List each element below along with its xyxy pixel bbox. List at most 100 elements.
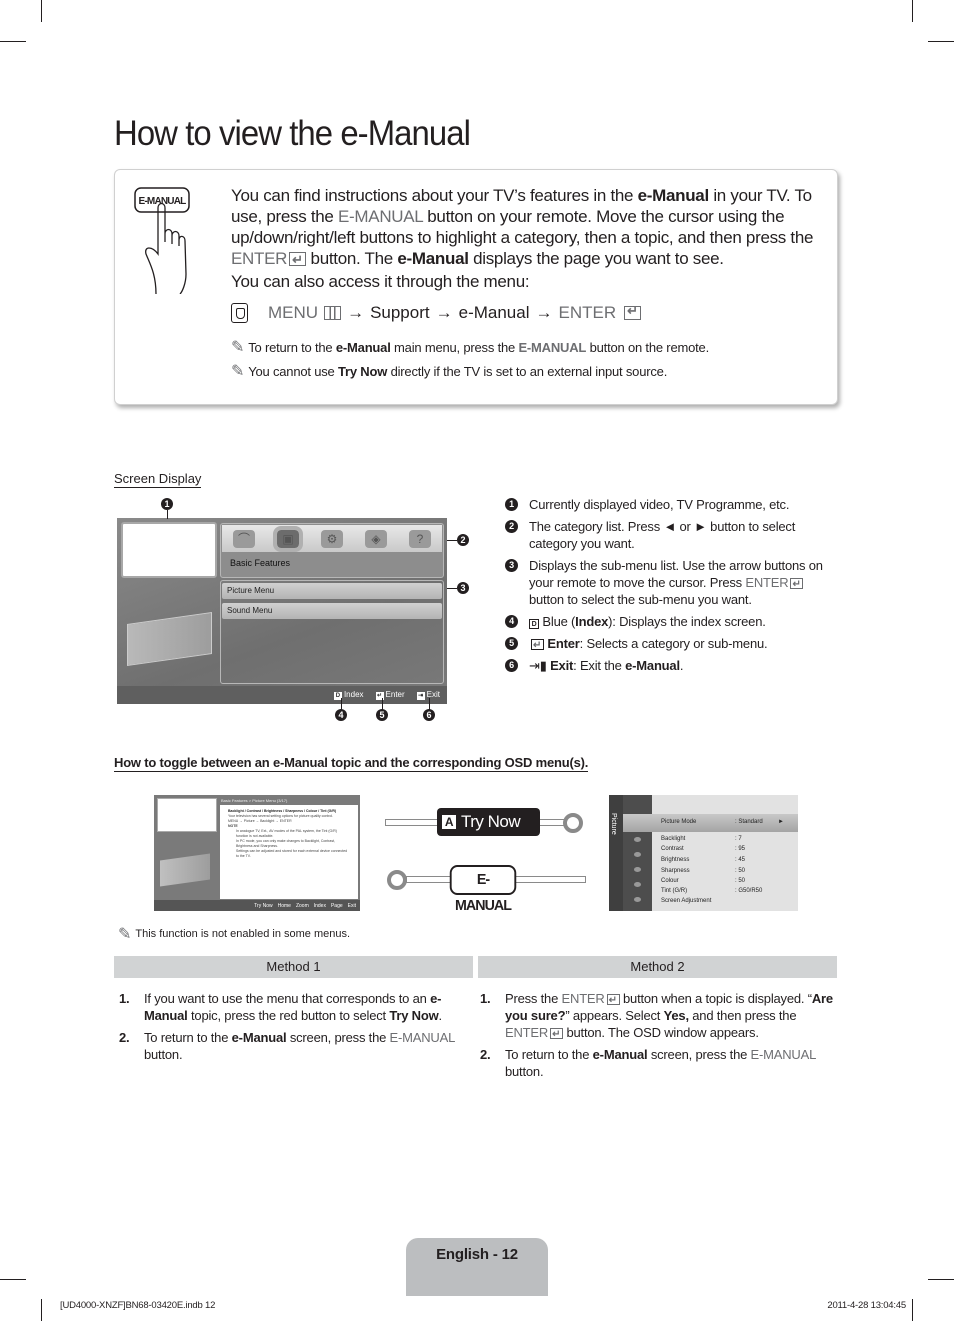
right-arrow-icon: ► [778, 819, 784, 825]
osd-row-tint[interactable]: Tint (G/R): G50/R50 [661, 888, 801, 894]
emanual-button[interactable]: E-MANUAL [449, 865, 517, 914]
footer-index[interactable]: Index [314, 903, 326, 909]
menu-path: MENU → Support → e-Manual → ENTER [231, 303, 642, 323]
footer-enter[interactable]: ↵ Enter [375, 690, 405, 700]
submenu-item-sound-menu[interactable]: Sound Menu [222, 603, 442, 619]
tools-gear-icon[interactable]: ⚙ [321, 529, 343, 548]
footer-try-now[interactable]: Try Now [254, 903, 272, 909]
crop-mark [41, 0, 42, 22]
left-arrow-icon [387, 870, 407, 890]
tv-artwork [160, 853, 210, 887]
callout-5: 5 [376, 709, 388, 721]
method-step: 2. To return to the e-Manual screen, pres… [480, 1047, 816, 1079]
osd-category-icon [634, 852, 641, 857]
enter-icon [550, 1026, 564, 1043]
category-icon-bar: ⌒ ▣ ⚙ ◈ ? [222, 525, 442, 552]
note: ✎ To return to the e-Manual main menu, p… [231, 339, 709, 356]
category-name: Basic Features [230, 558, 291, 568]
hand-button-label: E-MANUAL [139, 196, 187, 207]
note-pencil-icon: ✎ [231, 363, 245, 380]
crop-mark [0, 1279, 26, 1280]
submenu-item-picture-menu[interactable]: Picture Menu [222, 583, 442, 599]
exit-icon: ⇥ [416, 692, 425, 700]
callout-4: 4 [335, 709, 347, 721]
a-key-icon: A [442, 815, 456, 829]
method-1-steps: 1. If you want to use the menu that corre… [114, 990, 474, 1068]
footer-index[interactable]: D Index [333, 690, 364, 700]
osd-category-icon [634, 882, 641, 887]
page-number-tab: English - 12 [406, 1238, 548, 1296]
method-1-heading: Method 1 [114, 956, 473, 978]
crop-mark [928, 1279, 954, 1280]
osd-row-contrast[interactable]: Contrast: 95 [661, 846, 801, 852]
enter-icon [531, 637, 544, 654]
enter-icon [790, 576, 804, 593]
footer-exit[interactable]: Exit [348, 903, 356, 909]
satellite-dish-icon[interactable]: ⌒ [233, 529, 255, 548]
callout-6: 6 [423, 709, 435, 721]
osd-picture-menu-thumbnail: Picture Picture Mode: Standard ► Backligh… [609, 795, 798, 911]
topic-bullet: In PC mode, you can only make changes to… [236, 839, 336, 848]
callout-3: 3 [457, 582, 469, 594]
osd-category-icon [634, 867, 641, 872]
tv-footer-bar: D Index ↵ Enter ⇥ Exit [117, 686, 447, 704]
intro-paragraph-2: You can also access it through the menu: [231, 272, 530, 291]
menu-path-icon [231, 303, 248, 323]
screen-legend: 1 Currently displayed video, TV Programme… [505, 496, 840, 679]
topic-bullet: Settings can be adjusted and stored for … [236, 849, 348, 858]
osd-row-screen-adjustment[interactable]: Screen Adjustment [661, 898, 801, 904]
submenu-list: Picture Menu Sound Menu [220, 580, 444, 684]
topic-footer-bar: Try Now Home Zoom Index Page Exit [154, 900, 360, 911]
screen-display-label: Screen Display [114, 471, 202, 488]
footer-home[interactable]: Home [278, 903, 291, 909]
osd-row-backlight[interactable]: Backlight: 7 [661, 836, 801, 842]
enter-icon [606, 992, 620, 1009]
note: ✎ You cannot use Try Now directly if the… [231, 363, 668, 380]
method-step: 1. If you want to use the menu that corre… [119, 991, 442, 1023]
osd-row-picture-mode[interactable]: Picture Mode: Standard ► [661, 819, 801, 825]
crop-mark [0, 41, 26, 42]
topic-breadcrumb: Basic Features > Picture Menu (3/17) [221, 798, 288, 803]
callout-1: 1 [161, 498, 173, 510]
legend-item: 5 Enter: Selects a category or sub-menu. [505, 635, 840, 654]
current-video-area [121, 522, 217, 578]
callout-line [447, 540, 457, 541]
try-now-label: Try Now [461, 812, 521, 831]
blue-d-key-icon: D [529, 619, 539, 629]
callout-line [167, 510, 168, 519]
osd-row-colour[interactable]: Colour: 50 [661, 878, 801, 884]
menu-icon [324, 306, 342, 320]
network-icon[interactable]: ◈ [365, 529, 387, 548]
tv-features-icon[interactable]: ▣ [273, 525, 303, 552]
method-2-steps: 1.Press the ENTER button when a topic is… [475, 990, 840, 1085]
method-step: 1.Press the ENTER button when a topic is… [475, 990, 840, 1043]
legend-item: 3 Displays the sub-menu list. Use the arr… [505, 557, 840, 608]
osd-row-sharpness[interactable]: Sharpness: 50 [661, 868, 801, 874]
callout-2: 2 [457, 534, 469, 546]
callout-line [447, 588, 457, 589]
try-now-button[interactable]: A Try Now [437, 808, 540, 836]
legend-item: 6 ⇥▮ Exit: Exit the e-Manual. [505, 657, 840, 674]
legend-item: 2 The category list. Press ◄ or ► button … [505, 518, 840, 552]
footer-zoom[interactable]: Zoom [296, 903, 309, 909]
category-list: ⌒ ▣ ⚙ ◈ ? Basic Features [220, 523, 444, 578]
legend-item: 1 Currently displayed video, TV Programme… [505, 496, 840, 513]
crop-mark [912, 0, 913, 22]
exit-icon: ⇥▮ [529, 658, 547, 673]
enter-icon [289, 249, 307, 270]
topic-page: Backlight / Contrast / Brightness / Shar… [220, 805, 358, 899]
intro-paragraph: You can find instructions about your TV’… [231, 185, 831, 270]
note-pencil-icon: ✎ [118, 926, 132, 943]
tv-artwork [127, 612, 212, 666]
help-icon[interactable]: ? [409, 529, 431, 548]
page-title: How to view the e-Manual [114, 114, 471, 153]
osd-row-brightness[interactable]: Brightness: 45 [661, 857, 801, 863]
current-video-area [157, 798, 217, 832]
crop-mark [912, 1299, 913, 1321]
topic-bullet: In analogue TV, Ext., AV modes of the PA… [236, 829, 337, 838]
hand-pressing-emanual-icon: E-MANUAL [134, 187, 190, 294]
toggle-heading: How to toggle between an e-Manual topic … [114, 755, 589, 772]
print-slug-left: [UD4000-XNZF]BN68-03420E.indb 12 [60, 1300, 216, 1311]
method-step: 2. To return to the e-Manual screen, pres… [119, 1030, 455, 1062]
footer-page[interactable]: Page [331, 903, 343, 909]
